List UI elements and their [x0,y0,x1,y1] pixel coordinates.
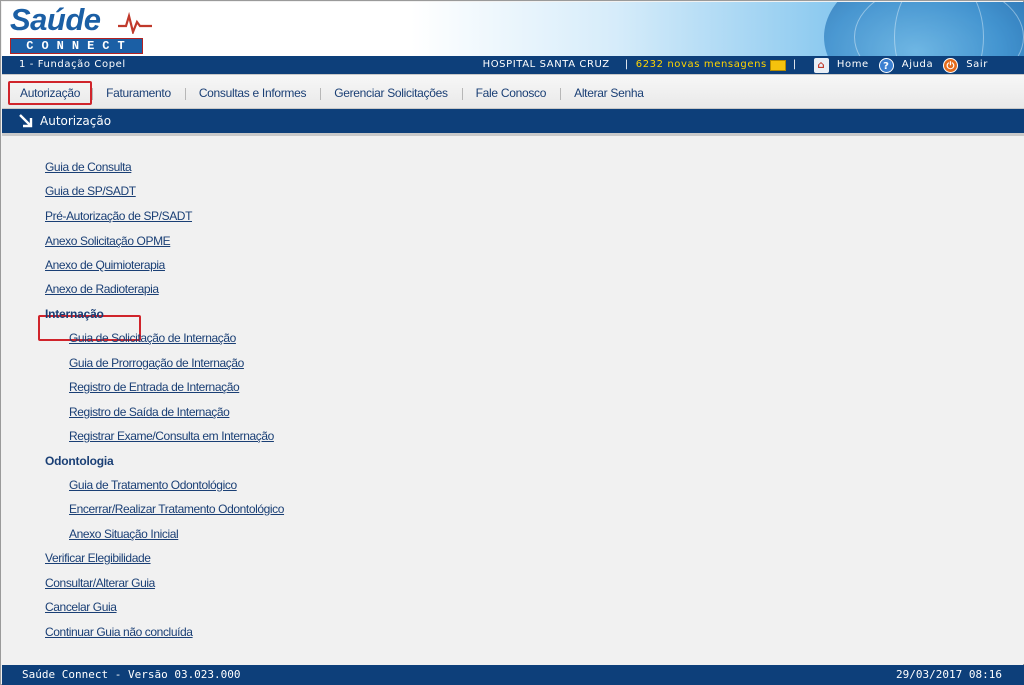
help-link[interactable]: Ajuda [902,56,933,74]
home-link[interactable]: Home [837,56,869,74]
menu-gerenciar-solicitacoes[interactable]: Gerenciar Solicitações [320,86,461,100]
envelope-icon[interactable] [769,59,786,71]
link-anexo-quimioterapia[interactable]: Anexo de Quimioterapia [45,258,165,272]
link-odo-tratamento[interactable]: Guia de Tratamento Odontológico [69,478,237,492]
messages-link[interactable]: 6232 novas mensagens [636,56,767,74]
arrow-down-right-icon [19,114,33,128]
help-icon[interactable]: ? [878,57,894,73]
link-int-entrada[interactable]: Registro de Entrada de Internação [69,380,240,394]
link-anexo-opme[interactable]: Anexo Solicitação OPME [45,234,171,248]
datetime-label: 29/03/2017 08:16 [896,668,1002,681]
section-title-bar: Autorização [2,109,1024,133]
menu-autorizacao[interactable]: Autorização [8,81,93,105]
link-consultar-alterar-guia[interactable]: Consultar/Alterar Guia [45,576,155,590]
link-pre-autorizacao[interactable]: Pré-Autorização de SP/SADT [45,209,192,223]
link-guia-consulta[interactable]: Guia de Consulta [45,160,132,174]
link-int-saida[interactable]: Registro de Saída de Internação [69,405,230,419]
section-title: Autorização [40,114,112,128]
heading-internacao: Internação [45,307,104,321]
menu-consultas-informes[interactable]: Consultas e Informes [184,86,320,100]
menu-faturamento[interactable]: Faturamento [92,86,185,100]
link-verificar-elegibilidade[interactable]: Verificar Elegibilidade [45,551,151,565]
exit-icon[interactable]: ⏻ [943,57,959,73]
link-anexo-radioterapia[interactable]: Anexo de Radioterapia [45,282,159,296]
footer-bar: Saúde Connect - Versão 03.023.000 29/03/… [2,665,1024,685]
hospital-label: HOSPITAL SANTA CRUZ [482,59,610,70]
version-label: Saúde Connect - Versão 03.023.000 [22,668,241,681]
home-icon[interactable]: ⌂ [813,57,829,73]
logo-word: Saúde [10,2,101,37]
globe-meridian [894,2,984,56]
link-int-prorrogacao[interactable]: Guia de Prorrogação de Internação [69,356,244,370]
menu-alterar-senha[interactable]: Alterar Senha [560,86,657,100]
link-odo-encerrar[interactable]: Encerrar/Realizar Tratamento Odontológic… [69,502,284,516]
header-banner: Saúde CONNECT [2,2,1024,56]
logo-sub: CONNECT [10,38,143,54]
globe-graphic [824,2,1024,56]
separator: | [792,59,797,70]
app-window: Saúde CONNECT 1 - Fundação Copel HOSPITA… [0,0,1024,685]
info-bar-right: HOSPITAL SANTA CRUZ | 6232 novas mensage… [483,56,988,74]
heartbeat-icon [118,12,152,34]
menu-fale-conosco[interactable]: Fale Conosco [461,86,560,100]
main-menu-bar: Autorização Faturamento Consultas e Info… [2,74,1024,109]
link-continuar-guia[interactable]: Continuar Guia não concluída [45,625,193,639]
organization-label: 1 - Fundação Copel [19,59,126,70]
link-cancelar-guia[interactable]: Cancelar Guia [45,600,117,614]
exit-link[interactable]: Sair [966,56,988,74]
link-int-exame[interactable]: Registrar Exame/Consulta em Internação [69,429,274,443]
heading-odontologia: Odontologia [45,454,114,468]
link-int-solicitacao[interactable]: Guia de Solicitação de Internação [69,331,236,345]
saude-connect-logo[interactable]: Saúde CONNECT [10,2,152,54]
separator: | [624,59,629,70]
link-odo-anexo[interactable]: Anexo Situação Inicial [69,527,179,541]
main-content: Guia de Consulta Guia de SP/SADT Pré-Aut… [2,136,1024,664]
main-menu: Autorização Faturamento Consultas e Info… [8,80,658,106]
link-guia-sp-sadt[interactable]: Guia de SP/SADT [45,184,136,198]
info-bar: 1 - Fundação Copel HOSPITAL SANTA CRUZ |… [2,56,1024,74]
